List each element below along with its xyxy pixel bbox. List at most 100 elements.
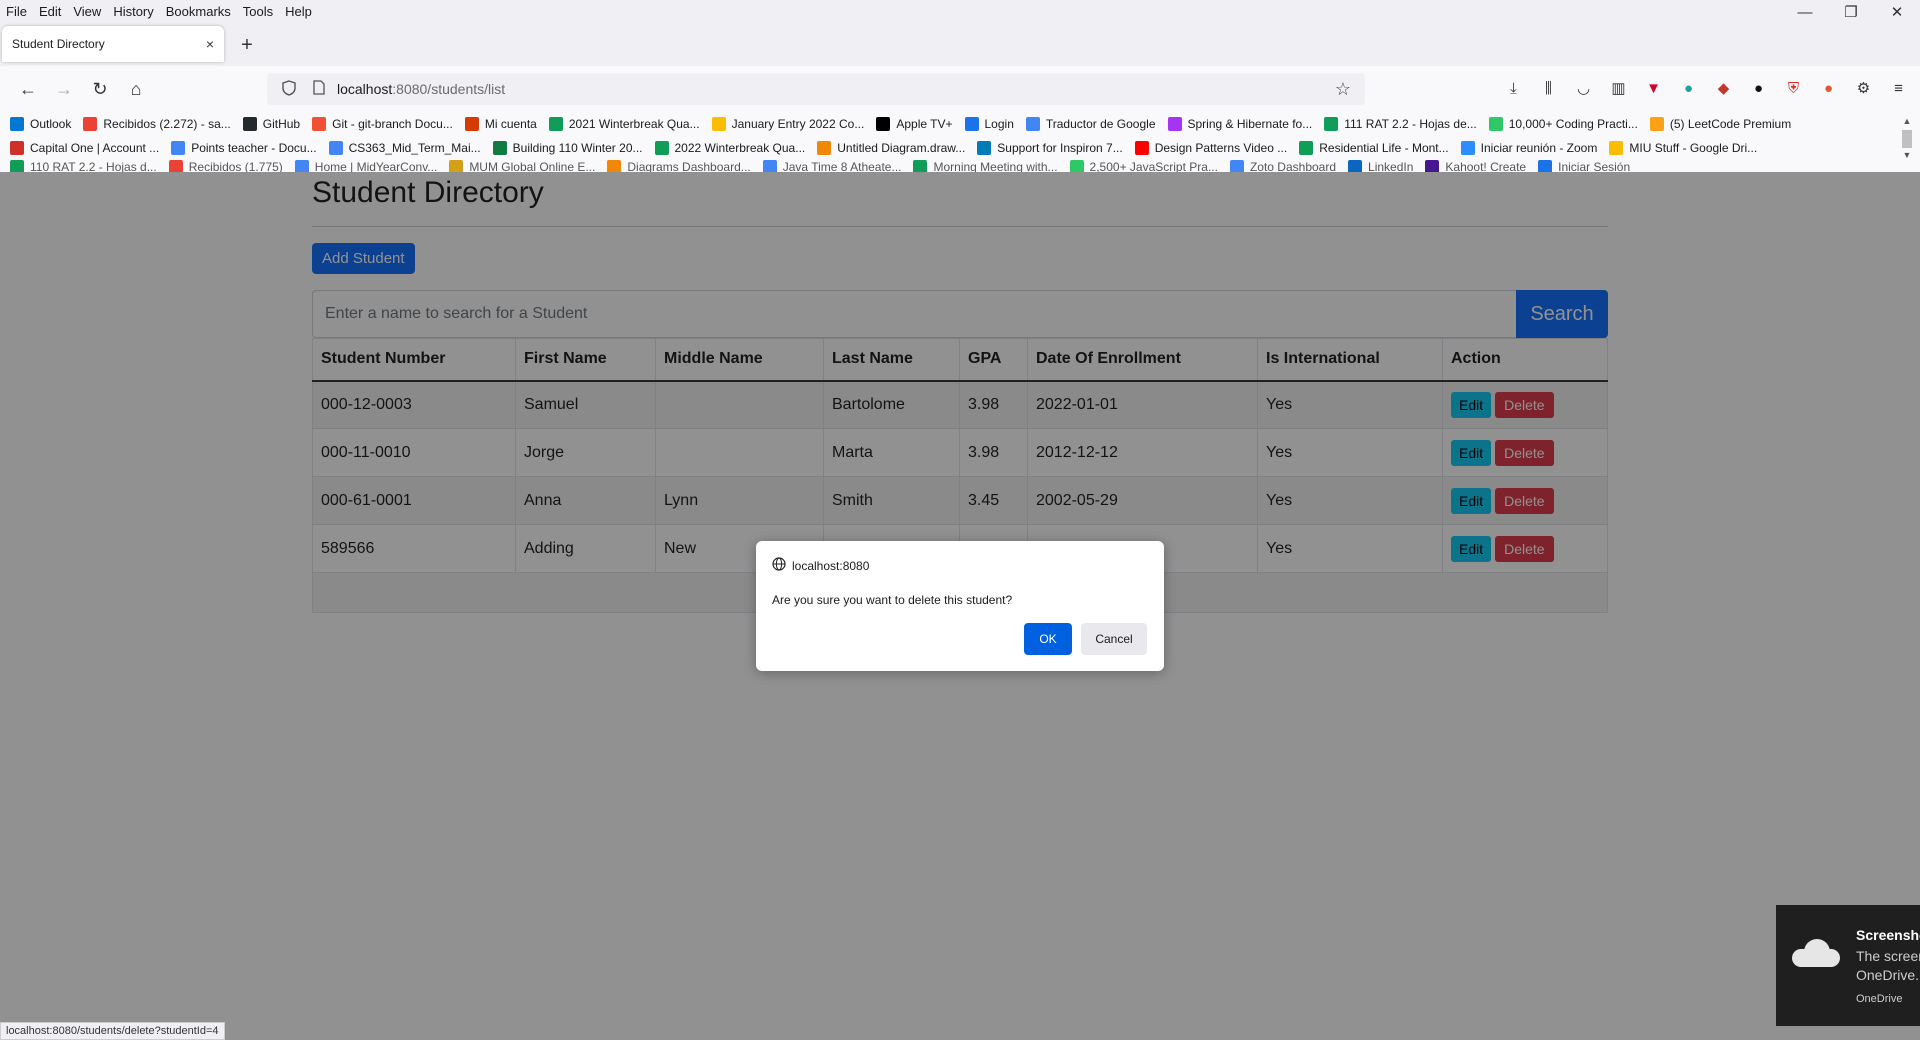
bookmark-item[interactable]: Kahoot! Create (1425, 160, 1526, 172)
back-icon[interactable]: ← (10, 73, 46, 105)
nav-bar: ← → ↻ ⌂ localhost:8080/students/list ☆ ⤓… (0, 66, 1920, 112)
new-tab-button[interactable]: + (232, 30, 262, 60)
bookmark-item[interactable]: Git - git-branch Docu... (312, 117, 453, 131)
close-window-button[interactable]: ✕ (1874, 0, 1920, 28)
import-icon[interactable]: ⤓ (1496, 73, 1531, 105)
library-icon[interactable]: ⫼ (1531, 73, 1566, 105)
bookmark-label: Spring & Hibernate fo... (1187, 117, 1313, 131)
pocket-red-icon[interactable]: ▼ (1636, 73, 1671, 105)
bookmark-item[interactable]: GitHub (242, 117, 300, 131)
bookmark-item[interactable]: Support for Inspiron 7... (977, 141, 1123, 155)
ext-gear-icon[interactable]: ⚙ (1846, 73, 1881, 105)
bookmark-item[interactable]: Home | MidYearConv... (294, 160, 437, 172)
bookmark-label: 111 RAT 2.2 - Hojas de... (1344, 117, 1477, 131)
bookmark-item[interactable]: Recibidos (2.272) - sa... (83, 117, 231, 131)
bookmark-item[interactable]: Points teacher - Docu... (171, 141, 317, 155)
bookmark-item[interactable]: Iniciar reunión - Zoom (1460, 141, 1597, 155)
scroll-thumb[interactable] (1902, 130, 1912, 148)
page-icon[interactable] (307, 80, 331, 98)
scroll-up-icon[interactable]: ▲ (1900, 116, 1914, 128)
url-text[interactable]: localhost:8080/students/list (337, 81, 505, 97)
bookmark-item[interactable]: Untitled Diagram.draw... (817, 141, 965, 155)
bookmark-favicon-icon (1460, 141, 1475, 155)
onedrive-notification[interactable]: Screenshot saved The screenshot was adde… (1776, 905, 1920, 1026)
bookmark-item[interactable]: 2021 Winterbreak Qua... (548, 117, 700, 131)
close-tab-icon[interactable]: × (206, 36, 214, 52)
bookmark-item[interactable]: 10,000+ Coding Practi... (1488, 117, 1638, 131)
bookmark-favicon-icon (977, 141, 992, 155)
bookmark-favicon-icon (1425, 160, 1440, 172)
bookmark-item[interactable]: (5) LeetCode Premium (1649, 117, 1791, 131)
shield-icon[interactable] (277, 79, 301, 99)
bookmark-item[interactable]: Zoto Dashboard (1229, 160, 1336, 172)
bookmarks-scrollbar[interactable]: ▲ ▼ (1900, 116, 1914, 170)
bookmark-label: Building 110 Winter 20... (512, 141, 643, 155)
bookmark-item[interactable]: January Entry 2022 Co... (711, 117, 864, 131)
bookmark-favicon-icon (328, 141, 343, 155)
bookmark-item[interactable]: Apple TV+ (876, 117, 953, 131)
bookmark-item[interactable]: Java Time 8 Atheate... (762, 160, 902, 172)
menu-history[interactable]: History (113, 4, 153, 19)
ext-shield-icon[interactable]: ⛨ (1776, 73, 1811, 105)
reload-icon[interactable]: ↻ (82, 73, 118, 105)
bookmark-label: Java Time 8 Atheate... (782, 160, 902, 172)
confirm-dialog: localhost:8080 Are you sure you want to … (756, 541, 1164, 671)
menu-edit[interactable]: Edit (39, 4, 61, 19)
ext-mask-icon[interactable]: ◆ (1706, 73, 1741, 105)
cancel-button[interactable]: Cancel (1081, 623, 1147, 655)
home-icon[interactable]: ⌂ (118, 73, 154, 105)
bookmark-item[interactable]: 2022 Winterbreak Qua... (654, 141, 805, 155)
url-bar[interactable]: localhost:8080/students/list ☆ (267, 73, 1365, 105)
menu-help[interactable]: Help (285, 4, 312, 19)
bookmark-label: Traductor de Google (1045, 117, 1156, 131)
menu-bookmarks[interactable]: Bookmarks (166, 4, 231, 19)
menu-icon[interactable]: ≡ (1881, 73, 1916, 105)
bookmark-item[interactable]: CS363_Mid_Term_Mai... (328, 141, 481, 155)
bookmark-item[interactable]: Spring & Hibernate fo... (1167, 117, 1313, 131)
bookmark-label: Points teacher - Docu... (191, 141, 317, 155)
scroll-down-icon[interactable]: ▼ (1900, 150, 1914, 162)
menu-tools[interactable]: Tools (243, 4, 273, 19)
bookmark-item[interactable]: 111 RAT 2.2 - Hojas de... (1324, 117, 1477, 131)
bookmark-label: MUM Global Online E... (469, 160, 596, 172)
toolbar-icons: ⤓ ⫼ ◡ ▥ ▼ ● ◆ ● ⛨ ● ⚙ ≡ (1496, 73, 1916, 105)
restore-button[interactable]: ❐ (1828, 0, 1874, 28)
globe-icon (772, 557, 786, 574)
ok-button[interactable]: OK (1024, 623, 1072, 655)
sidebar-icon[interactable]: ▥ (1601, 73, 1636, 105)
ext-s-icon[interactable]: ● (1741, 73, 1776, 105)
tab-student-directory[interactable]: Student Directory × (2, 26, 224, 62)
bookmark-item[interactable]: 110 RAT 2.2 - Hojas d... (10, 160, 157, 172)
bookmark-item[interactable]: MIU Stuff - Google Dri... (1609, 141, 1757, 155)
bookmark-item[interactable]: Mi cuenta (464, 117, 537, 131)
bookmark-favicon-icon (10, 141, 24, 155)
bookmark-item[interactable]: Outlook (10, 117, 71, 131)
bookmark-item[interactable]: 2,500+ JavaScript Pra... (1069, 160, 1218, 172)
ext-a-icon[interactable]: ● (1671, 73, 1706, 105)
bookmark-favicon-icon (1167, 117, 1182, 131)
bookmark-item[interactable]: Diagrams Dashboard... (607, 160, 751, 172)
bookmark-item[interactable]: Iniciar Sesión (1538, 160, 1630, 172)
bookmark-item[interactable]: Design Patterns Video ... (1134, 141, 1287, 155)
bookmark-star-icon[interactable]: ☆ (1335, 79, 1351, 100)
bookmark-item[interactable]: Login (964, 117, 1014, 131)
menu-file[interactable]: File (6, 4, 27, 19)
ext-duck-icon[interactable]: ● (1811, 73, 1846, 105)
bookmark-item[interactable]: Capital One | Account ... (10, 141, 159, 155)
bookmark-item[interactable]: LinkedIn (1348, 160, 1413, 172)
window-controls: — ❐ ✕ (1782, 0, 1920, 28)
cloud-icon (1792, 939, 1840, 967)
bookmark-label: Diagrams Dashboard... (627, 160, 751, 172)
bookmark-item[interactable]: Residential Life - Mont... (1299, 141, 1449, 155)
pocket-icon[interactable]: ◡ (1566, 73, 1601, 105)
minimize-button[interactable]: — (1782, 0, 1828, 28)
forward-icon[interactable]: → (46, 73, 82, 105)
bookmark-favicon-icon (876, 117, 891, 131)
bookmark-item[interactable]: MUM Global Online E... (449, 160, 595, 172)
bookmark-item[interactable]: Building 110 Winter 20... (492, 141, 643, 155)
bookmark-label: Git - git-branch Docu... (332, 117, 453, 131)
bookmark-item[interactable]: Traductor de Google (1025, 117, 1156, 131)
menu-view[interactable]: View (73, 4, 101, 19)
bookmark-item[interactable]: Morning Meeting with... (913, 160, 1058, 172)
bookmark-item[interactable]: Recibidos (1.775) (168, 160, 283, 172)
